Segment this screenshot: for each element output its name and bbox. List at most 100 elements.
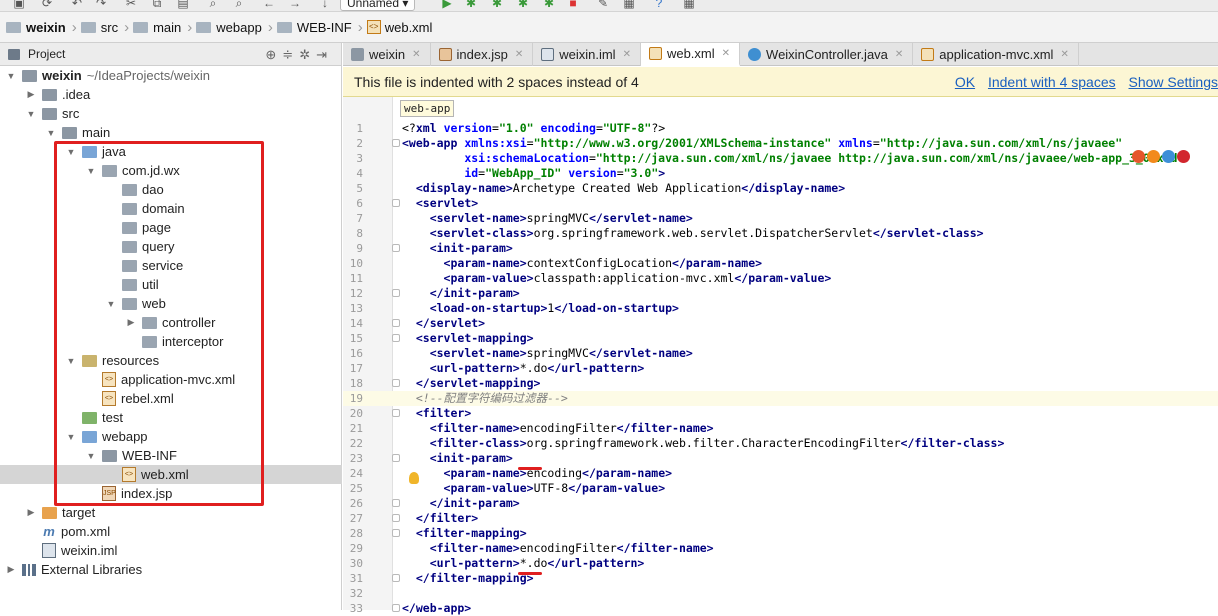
build-icon[interactable]: ↓ [318,0,332,10]
replace-icon[interactable]: ⌕ [232,0,246,10]
stop-icon[interactable]: ■ [566,0,580,10]
code-line[interactable]: 28 <filter-mapping> [343,526,1218,541]
code-line[interactable]: 27 </filter> [343,511,1218,526]
chevron-right-icon[interactable]: ▶ [26,507,36,518]
collapse-icon[interactable]: ≑ [282,47,299,62]
code-line[interactable]: 22 <filter-class>org.springframework.web… [343,436,1218,451]
code-line[interactable]: 20 <filter> [343,406,1218,421]
coverage-icon[interactable]: ✱ [490,0,504,10]
fold-marker-icon[interactable] [392,574,400,582]
close-icon[interactable]: ✕ [515,49,523,60]
code-line[interactable]: 21 <filter-name>encodingFilter</filter-n… [343,421,1218,436]
close-icon[interactable]: ✕ [412,49,420,60]
code-line[interactable]: 10 <param-name>contextConfigLocation</pa… [343,256,1218,271]
code-line[interactable]: 1<?xml version="1.0" encoding="UTF-8"?> [343,121,1218,136]
code-line[interactable]: 7 <servlet-name>springMVC</servlet-name> [343,211,1218,226]
code-line[interactable]: 14 </servlet> [343,316,1218,331]
tab-web-xml[interactable]: web.xml✕ [641,43,740,66]
chevron-down-icon[interactable]: ▼ [26,109,36,119]
profile-icon[interactable]: ✱ [516,0,530,10]
sync-icon[interactable]: ⟳ [40,0,54,10]
hide-icon[interactable]: ⇥ [316,47,333,62]
close-icon[interactable]: ✕ [722,48,730,59]
code-line[interactable]: 18 </servlet-mapping> [343,376,1218,391]
breadcrumb-src[interactable]: src› [81,19,129,36]
fold-marker-icon[interactable] [392,199,400,207]
code-line[interactable]: 4 id="WebApp_ID" version="3.0"> [343,166,1218,181]
tree-item-pom-xml[interactable]: mpom.xml [0,522,342,541]
chevron-down-icon[interactable]: ▼ [6,71,16,81]
code-line[interactable]: 9 <init-param> [343,241,1218,256]
ok-link[interactable]: OK [955,74,975,90]
paste-icon[interactable]: ▤ [176,0,190,10]
code-editor[interactable]: web-app 1<?xml version="1.0" encoding="U… [343,97,1218,610]
target-icon[interactable]: ⊕ [265,47,282,62]
lightbulb-icon[interactable] [409,472,419,484]
indent-with-4-spaces-link[interactable]: Indent with 4 spaces [988,74,1116,90]
code-line[interactable]: 6 <servlet> [343,196,1218,211]
tab-weixin-iml[interactable]: weixin.iml✕ [533,43,641,66]
close-icon[interactable]: ✕ [895,49,903,60]
code-line[interactable]: 25 <param-value>UTF-8</param-value> [343,481,1218,496]
code-line[interactable]: 15 <servlet-mapping> [343,331,1218,346]
debug-icon[interactable]: ✱ [464,0,478,10]
fold-marker-icon[interactable] [392,289,400,297]
code-line[interactable]: 32 [343,586,1218,601]
redo-icon[interactable]: ↷ [94,0,108,10]
code-line[interactable]: 3 xsi:schemaLocation="http://java.sun.co… [343,151,1218,166]
fold-marker-icon[interactable] [392,454,400,462]
save-icon[interactable]: ▣ [12,0,26,10]
sdk-icon[interactable]: ▦ [682,0,696,10]
code-line[interactable]: 8 <servlet-class>org.springframework.web… [343,226,1218,241]
forward-icon[interactable]: → [288,0,302,10]
run-icon[interactable]: ▶ [440,0,454,10]
tab-index-jsp[interactable]: index.jsp✕ [431,43,534,66]
tree-item-weixin[interactable]: ▼weixin~/IdeaProjects/weixin [0,66,342,85]
chrome-icon[interactable] [1132,150,1145,163]
code-line[interactable]: 23 <init-param> [343,451,1218,466]
breadcrumb-webapp[interactable]: webapp› [196,19,273,36]
code-line[interactable]: 12 </init-param> [343,286,1218,301]
code-line[interactable]: 11 <param-value>classpath:application-mv… [343,271,1218,286]
chevron-down-icon[interactable]: ▼ [46,128,56,138]
close-icon[interactable]: ✕ [1060,49,1068,60]
tab-weixincontroller-java[interactable]: WeixinController.java✕ [740,43,913,66]
run-config-select[interactable]: Unnamed ▾ [340,0,415,11]
code-line[interactable]: 24 <param-name>encoding</param-name> [343,466,1218,481]
tab-application-mvc-xml[interactable]: application-mvc.xml✕ [913,43,1079,66]
code-line[interactable]: 31 </filter-mapping> [343,571,1218,586]
project-panel-header[interactable]: Project ⊕≑✲⇥ [0,43,342,66]
code-line[interactable]: 33</web-app> [343,601,1218,616]
fold-marker-icon[interactable] [392,139,400,147]
tree-item-main[interactable]: ▼main [0,123,342,142]
structure-icon[interactable]: ▦ [622,0,636,10]
tree-item-src[interactable]: ▼src [0,104,342,123]
breadcrumb-web-xml[interactable]: <>web.xml [367,20,433,35]
gear-icon[interactable]: ✲ [299,47,316,62]
back-icon[interactable]: ← [262,0,276,10]
fold-marker-icon[interactable] [392,604,400,612]
code-line[interactable]: 19 <!--配置字符编码过滤器--> [343,391,1218,406]
code-line[interactable]: 13 <load-on-startup>1</load-on-startup> [343,301,1218,316]
code-line[interactable]: 16 <servlet-name>springMVC</servlet-name… [343,346,1218,361]
tree-item--idea[interactable]: ▶.idea [0,85,342,104]
find-icon[interactable]: ⌕ [206,0,220,10]
breadcrumb-web-inf[interactable]: WEB-INF› [277,19,363,36]
fold-marker-icon[interactable] [392,319,400,327]
breadcrumb-main[interactable]: main› [133,19,192,36]
code-line[interactable]: 5 <display-name>Archetype Created Web Ap… [343,181,1218,196]
breadcrumb-weixin[interactable]: weixin› [6,19,77,36]
code-line[interactable]: 26 </init-param> [343,496,1218,511]
close-icon[interactable]: ✕ [623,49,631,60]
chevron-right-icon[interactable]: ▶ [26,89,36,100]
code-line[interactable]: 17 <url-pattern>*.do</url-pattern> [343,361,1218,376]
fold-marker-icon[interactable] [392,499,400,507]
copy-icon[interactable]: ⧉ [150,0,164,10]
code-line[interactable]: 29 <filter-name>encodingFilter</filter-n… [343,541,1218,556]
fold-marker-icon[interactable] [392,514,400,522]
settings-icon[interactable]: ✎ [596,0,610,10]
tab-weixin[interactable]: weixin✕ [343,43,431,66]
show-settings-link[interactable]: Show Settings [1129,74,1218,90]
chevron-right-icon[interactable]: ▶ [6,564,16,575]
fold-marker-icon[interactable] [392,529,400,537]
